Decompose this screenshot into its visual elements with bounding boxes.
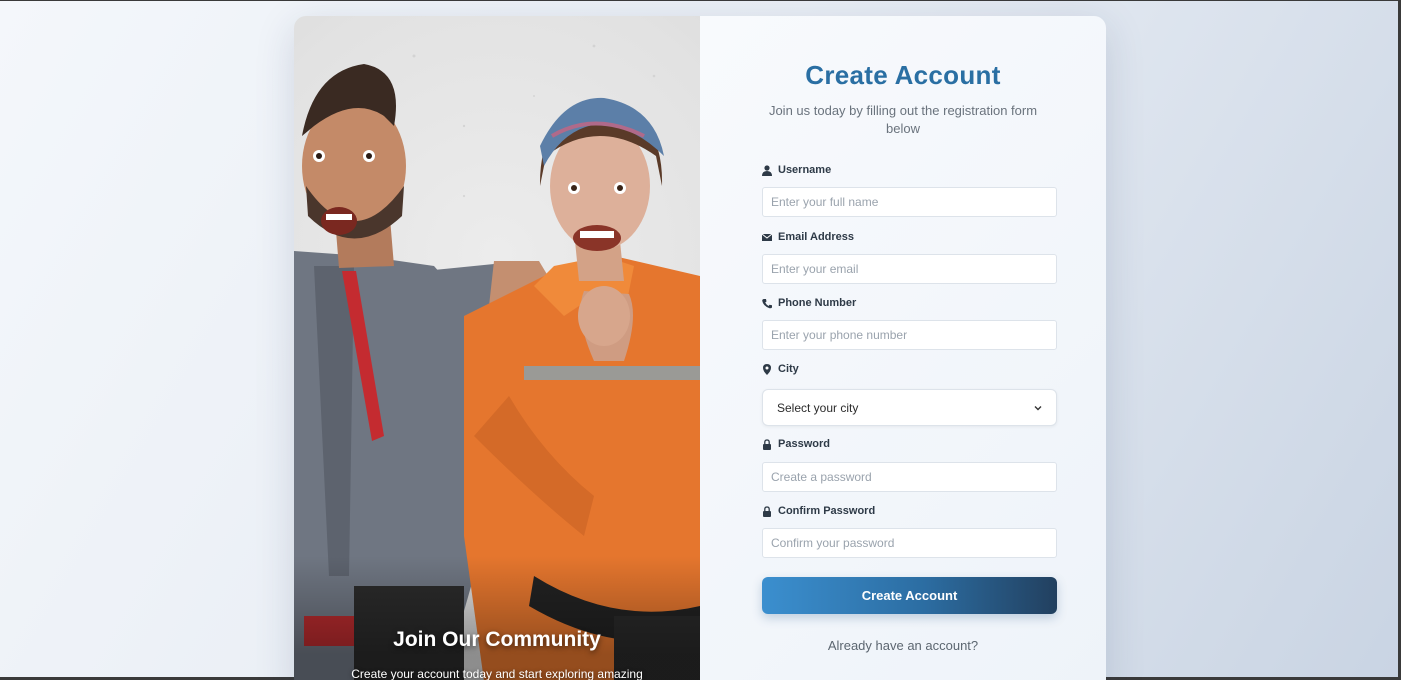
- city-label: City: [762, 363, 799, 375]
- city-label-text: City: [778, 363, 799, 375]
- chevron-down-icon: [1034, 405, 1042, 410]
- envelope-icon: [762, 233, 772, 241]
- phone-input[interactable]: [762, 320, 1057, 350]
- email-label-text: Email Address: [778, 231, 855, 243]
- username-input[interactable]: [762, 187, 1057, 217]
- hero-subtitle: Create your account today and start expl…: [351, 667, 643, 680]
- username-label: Username: [762, 164, 831, 176]
- registration-card: Join Our Community Create your account t…: [294, 16, 1106, 680]
- hero-title: Join Our Community: [393, 628, 601, 651]
- hero-photo-panel: Join Our Community Create your account t…: [294, 16, 700, 680]
- email-label: Email Address: [762, 231, 854, 243]
- confirm-password-label-text: Confirm Password: [778, 505, 876, 517]
- confirm-password-label: Confirm Password: [762, 505, 875, 517]
- city-select-value: Select your city: [777, 400, 859, 415]
- username-label-text: Username: [778, 164, 832, 176]
- hero-overlay: [294, 556, 700, 680]
- form-subtitle: Join us today by filling out the registr…: [768, 103, 1038, 136]
- phone-label: Phone Number: [762, 297, 856, 309]
- phone-icon: [762, 298, 772, 308]
- create-account-button[interactable]: Create Account: [762, 577, 1057, 614]
- confirm-password-input[interactable]: [762, 528, 1057, 558]
- email-input[interactable]: [762, 254, 1057, 284]
- password-input[interactable]: [762, 462, 1057, 492]
- lock-icon: [763, 438, 771, 450]
- password-label-text: Password: [778, 438, 830, 450]
- registration-form-panel: Create Account Join us today by filling …: [700, 16, 1106, 680]
- map-pin-icon: [763, 363, 771, 375]
- phone-label-text: Phone Number: [778, 297, 857, 309]
- password-label: Password: [762, 438, 830, 450]
- form-title: Create Account: [805, 60, 1001, 90]
- city-select[interactable]: Select your city: [762, 389, 1057, 426]
- signin-prompt[interactable]: Already have an account?: [700, 638, 1106, 653]
- user-icon: [762, 164, 772, 176]
- lock-icon: [763, 505, 771, 517]
